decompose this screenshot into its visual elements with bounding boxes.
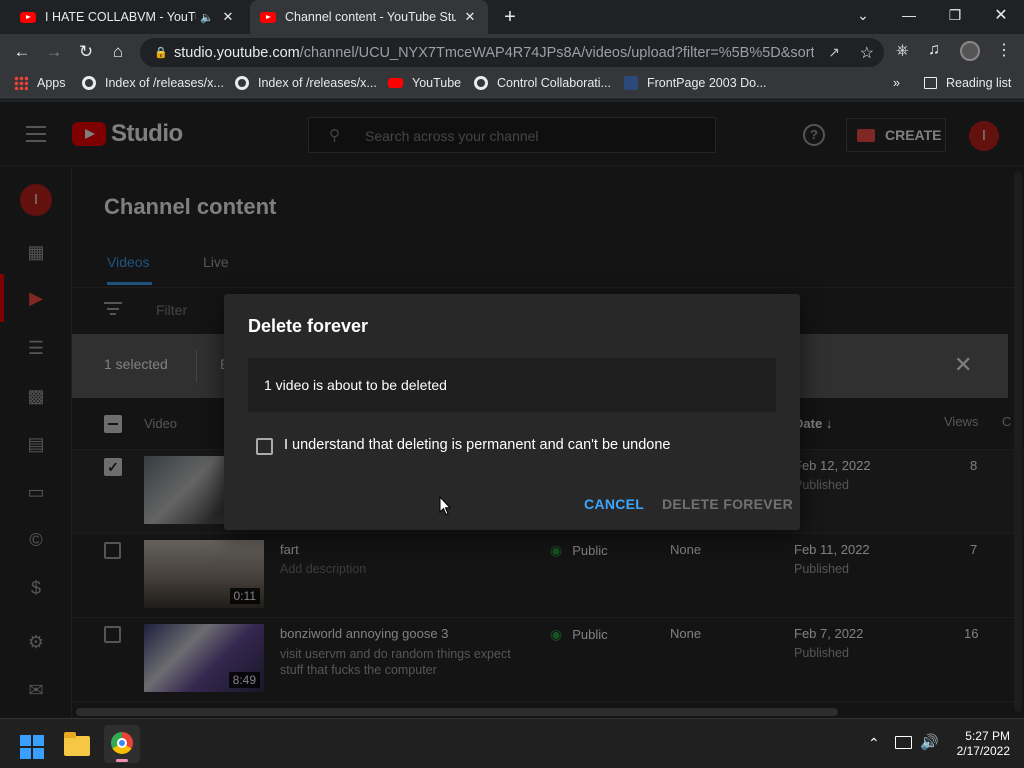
- bookmark-control-collaboration[interactable]: Control Collaborati...: [474, 76, 611, 90]
- bookmark-frontpage-2003[interactable]: FrontPage 2003 Do...: [624, 76, 767, 90]
- delete-forever-dialog: Delete forever 1 video is about to be de…: [224, 294, 800, 530]
- dialog-title: Delete forever: [248, 316, 369, 336]
- profile-avatar[interactable]: [960, 41, 980, 61]
- tray-chevron-up-icon[interactable]: ⌃: [868, 735, 880, 752]
- bookmark-index-releases-1[interactable]: Index of /releases/x...: [82, 76, 224, 90]
- bookmarks-bar: Apps Index of /releases/x... Index of /r…: [0, 71, 1024, 98]
- confirm-permanent-checkbox[interactable]: [256, 438, 273, 455]
- confirm-permanent-label[interactable]: I understand that deleting is permanent …: [284, 437, 671, 453]
- close-window-button[interactable]: ✕: [978, 0, 1024, 30]
- close-icon[interactable]: ✕: [220, 9, 236, 25]
- more-bookmarks-chevron[interactable]: »: [893, 76, 900, 90]
- reading-list-button[interactable]: Reading list: [924, 76, 1011, 90]
- tab-channel-content[interactable]: Channel content - YouTube Studio ✕: [250, 0, 488, 34]
- chrome-icon: [111, 732, 133, 754]
- forward-button[interactable]: →: [40, 38, 68, 66]
- apps-grid-icon: [14, 76, 28, 90]
- file-explorer-icon[interactable]: [64, 732, 90, 756]
- minimize-button[interactable]: —: [886, 0, 932, 30]
- lock-icon: 🔒: [154, 47, 168, 59]
- share-icon[interactable]: ↗: [828, 44, 840, 61]
- audio-playing-icon[interactable]: 🔈: [200, 11, 214, 24]
- tab-title: Channel content - YouTube Studio: [285, 10, 456, 24]
- bookmark-index-releases-2[interactable]: Index of /releases/x...: [235, 76, 377, 90]
- menu-kebab-icon[interactable]: ⋮: [996, 40, 1012, 60]
- globe-icon: [474, 76, 488, 90]
- extensions-puzzle-icon[interactable]: ⎈: [896, 42, 909, 60]
- clock-date: 2/17/2022: [956, 744, 1010, 758]
- url-text: studio.youtube.com/channel/UCU_NYX7TmceW…: [174, 44, 814, 61]
- delete-forever-button[interactable]: DELETE FOREVER: [662, 496, 793, 512]
- address-bar[interactable]: 🔒 studio.youtube.com/channel/UCU_NYX7Tmc…: [140, 38, 884, 67]
- bookmark-star-icon[interactable]: ☆: [860, 43, 874, 63]
- chrome-taskbar-button[interactable]: [104, 725, 140, 763]
- globe-icon: [82, 76, 96, 90]
- tab-search-chevron-icon[interactable]: ⌄: [840, 0, 886, 30]
- reload-button[interactable]: ↻: [72, 38, 100, 66]
- restore-button[interactable]: ❐: [932, 0, 978, 30]
- tab-i-hate-collabvm[interactable]: I HATE COLLABVM - YouTube 🔈 ✕: [10, 0, 246, 34]
- taskbar-clock[interactable]: 5:27 PM 2/17/2022: [950, 729, 1010, 759]
- browser-tab-strip: I HATE COLLABVM - YouTube 🔈 ✕ Channel co…: [0, 0, 1024, 34]
- bookmark-youtube[interactable]: YouTube: [388, 76, 461, 90]
- windows-taskbar: ⌃ 🔊 5:27 PM 2/17/2022: [0, 718, 1024, 768]
- mouse-cursor-icon: [439, 496, 451, 516]
- youtube-favicon-icon: [260, 11, 276, 23]
- windows-start-icon[interactable]: [20, 735, 44, 759]
- frontpage-icon: [624, 76, 638, 90]
- dialog-message: 1 video is about to be deleted: [264, 377, 447, 393]
- home-button[interactable]: ⌂: [104, 38, 132, 66]
- youtube-favicon-icon: [20, 11, 36, 23]
- volume-icon[interactable]: 🔊: [920, 733, 939, 751]
- globe-icon: [235, 76, 249, 90]
- youtube-icon: [388, 78, 403, 88]
- back-button[interactable]: ←: [8, 38, 36, 66]
- network-icon[interactable]: [895, 736, 912, 749]
- media-control-icon[interactable]: ♫: [928, 41, 940, 59]
- new-tab-button[interactable]: +: [500, 6, 520, 28]
- close-icon[interactable]: ✕: [462, 9, 478, 25]
- bookmark-apps[interactable]: Apps: [14, 76, 66, 90]
- tab-title: I HATE COLLABVM - YouTube: [45, 10, 196, 24]
- dialog-message-box: 1 video is about to be deleted: [248, 358, 776, 412]
- reading-list-icon: [924, 77, 937, 89]
- active-app-indicator: [116, 759, 128, 762]
- cancel-button[interactable]: CANCEL: [584, 496, 644, 512]
- clock-time: 5:27 PM: [965, 729, 1010, 743]
